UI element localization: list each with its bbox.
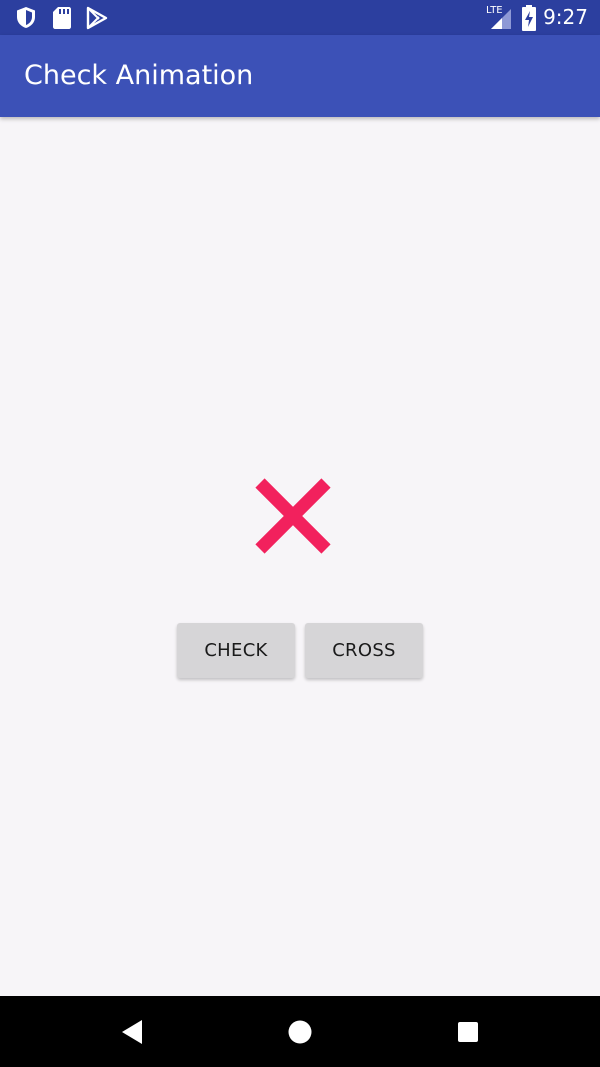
- cross-button[interactable]: CROSS: [305, 623, 423, 678]
- back-icon[interactable]: [114, 1014, 150, 1050]
- cross-icon: [252, 475, 334, 557]
- recents-icon[interactable]: [450, 1014, 486, 1050]
- check-button[interactable]: CHECK: [177, 623, 295, 678]
- battery-charging-icon: [522, 5, 536, 35]
- shield-icon: [14, 6, 38, 34]
- app-bar: Check Animation: [0, 35, 600, 117]
- sd-card-icon: [52, 6, 72, 34]
- navigation-bar: [0, 996, 600, 1067]
- signal-icon: [490, 8, 512, 34]
- app-title: Check Animation: [24, 60, 254, 91]
- home-icon[interactable]: [282, 1014, 318, 1050]
- status-bar: LTE 9:27: [0, 0, 600, 35]
- play-store-icon: [85, 6, 109, 34]
- status-time: 9:27: [543, 5, 588, 29]
